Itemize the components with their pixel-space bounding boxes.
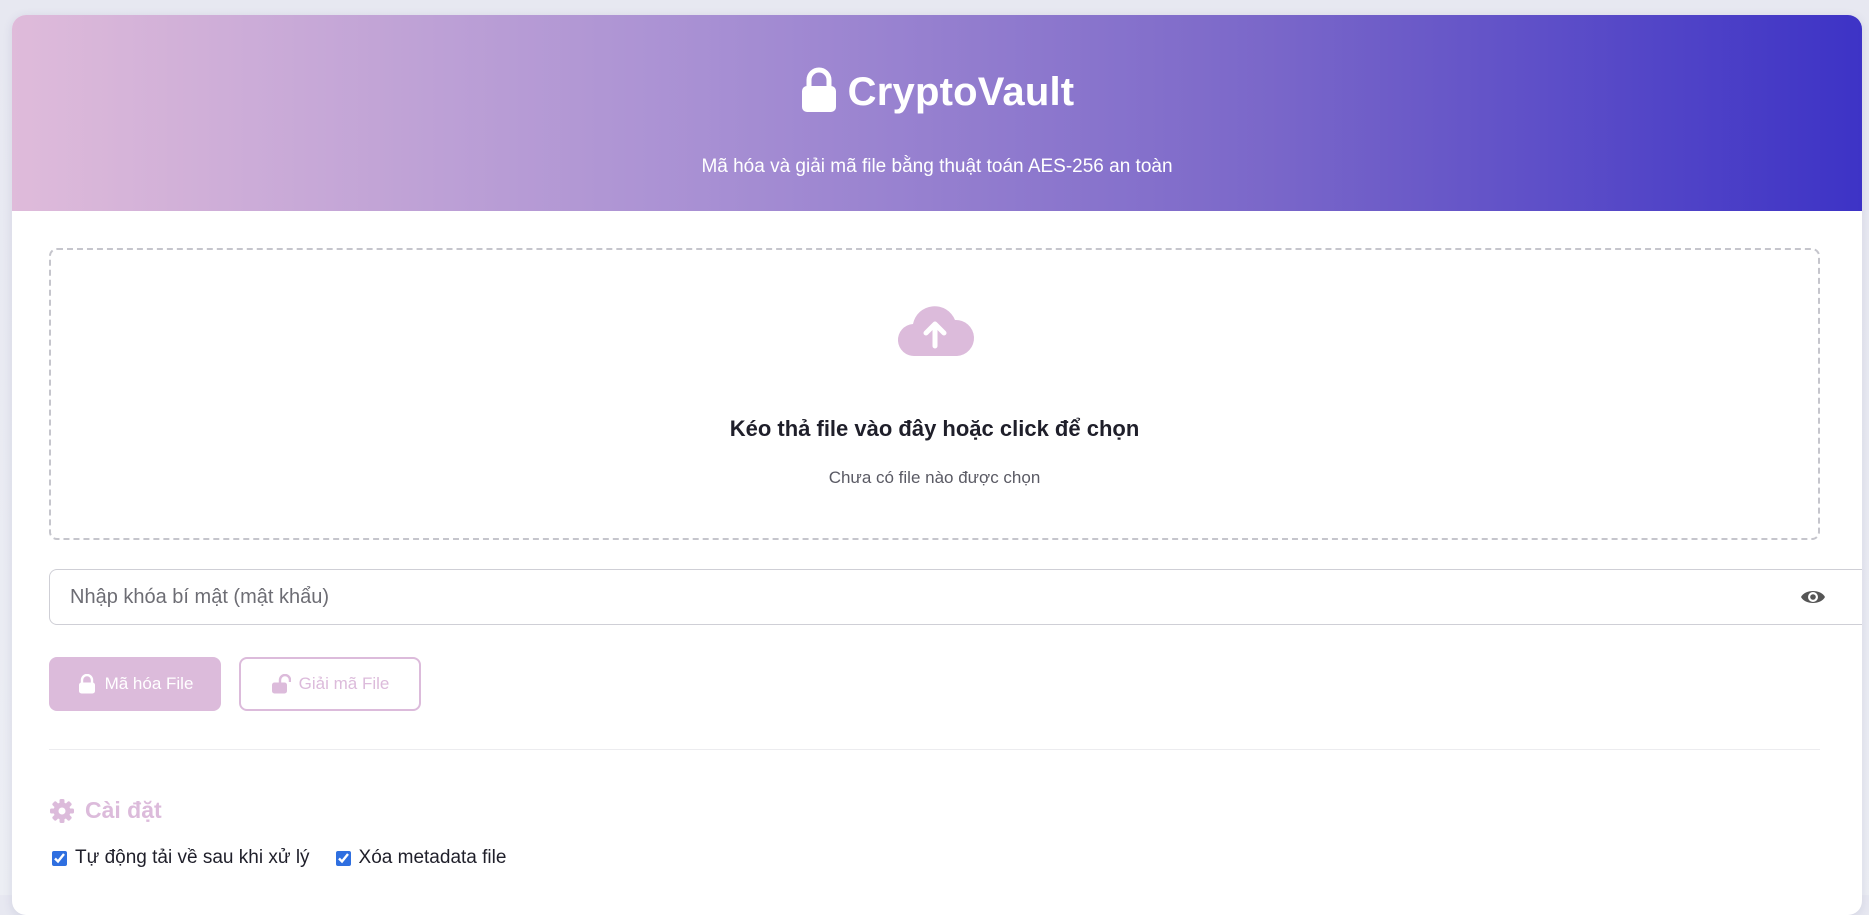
lock-icon [800,67,838,118]
unlock-icon [271,674,291,694]
app-header: CryptoVault Mã hóa và giải mã file bằng … [12,15,1862,211]
app-title: CryptoVault [847,70,1075,114]
title-row: CryptoVault [12,67,1862,118]
encrypt-button-label: Mã hóa File [104,674,194,693]
section-divider [49,749,1820,750]
file-status-text: Chưa có file nào được chọn [828,468,1041,487]
decrypt-button-label: Giải mã File [298,674,390,693]
cloud-upload-icon [897,306,974,357]
app-subtitle: Mã hóa và giải mã file bằng thuật toán A… [701,156,1173,177]
settings-title: Cài đặt [85,797,162,823]
file-dropzone[interactable]: Kéo thả file vào đây hoặc click để chọn … [49,248,1820,540]
settings-options: Tự động tải về sau khi xử lý Xóa metadat… [52,847,506,869]
decrypt-button[interactable]: Giải mã File [239,657,421,711]
option-remove-metadata[interactable]: Xóa metadata file [335,847,507,869]
remove-metadata-checkbox[interactable] [335,850,351,866]
settings-heading: Cài đặt [49,797,162,824]
secret-key-input[interactable] [49,569,1862,625]
encrypt-button[interactable]: Mã hóa File [49,657,221,711]
auto-download-label: Tự động tải về sau khi xử lý [75,847,310,868]
lock-icon [78,674,95,694]
gear-icon [50,798,74,823]
dropzone-title: Kéo thả file vào đây hoặc click để chọn [729,416,1140,441]
app-card: CryptoVault Mã hóa và giải mã file bằng … [12,15,1862,915]
option-auto-download[interactable]: Tự động tải về sau khi xử lý [52,847,310,869]
secret-key-field [49,569,1862,625]
auto-download-checkbox[interactable] [52,850,67,866]
eye-icon[interactable] [1800,585,1826,609]
remove-metadata-label: Xóa metadata file [358,847,507,868]
